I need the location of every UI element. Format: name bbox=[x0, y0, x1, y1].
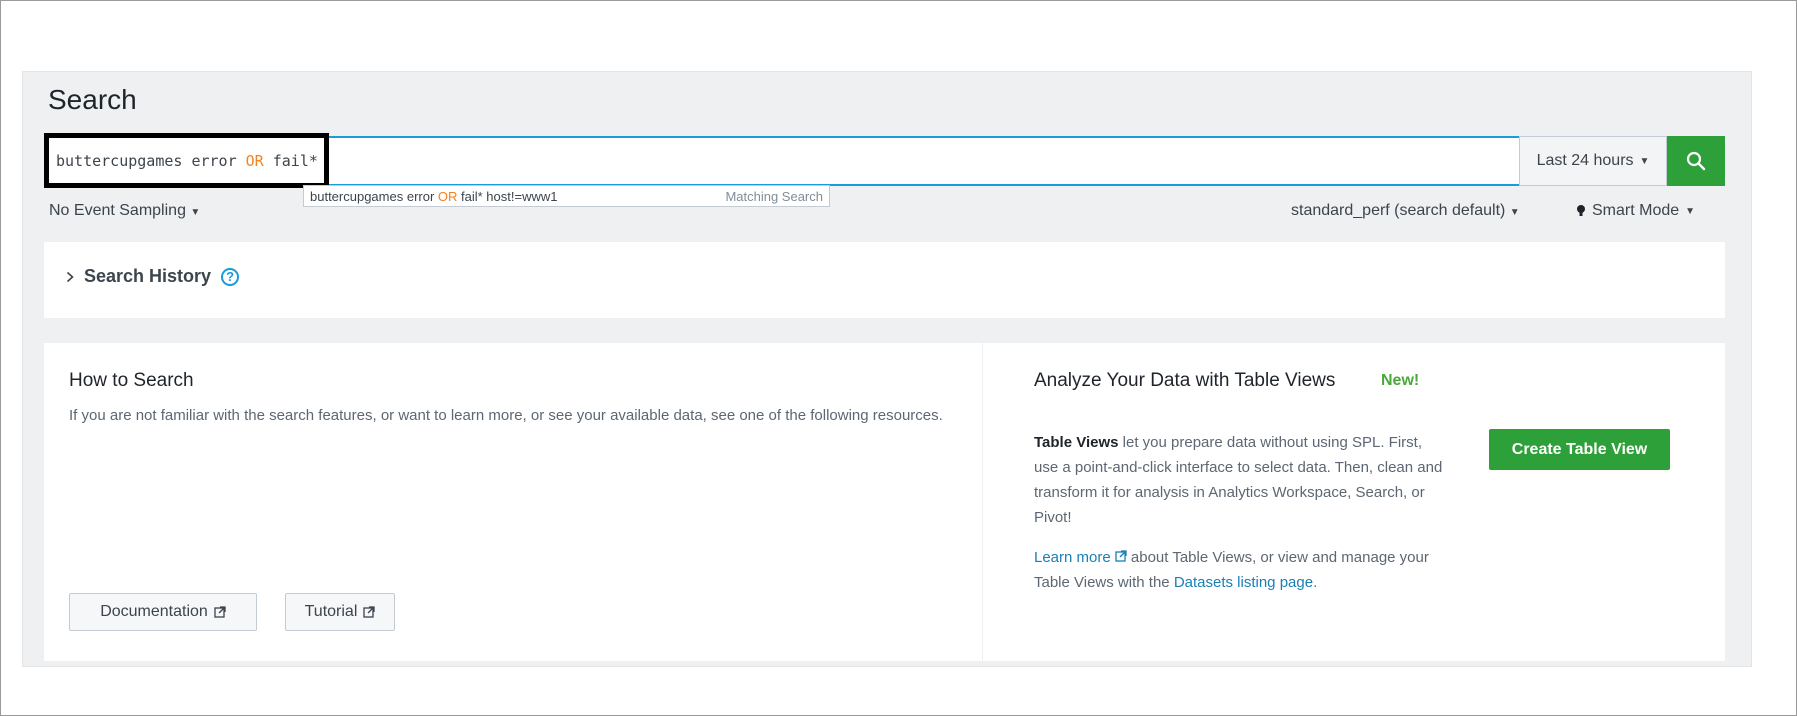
caret-down-icon: ▼ bbox=[1509, 207, 1520, 218]
suggestion-text-part: buttercupgames error bbox=[310, 188, 438, 204]
search-icon bbox=[1686, 151, 1706, 171]
table-views-more: Learn more about Table Views, or view an… bbox=[1034, 545, 1450, 595]
page-title: Search bbox=[48, 84, 137, 115]
search-app: Search buttercupgames error OR fail* Las… bbox=[22, 71, 1752, 667]
info-panel: How to Search If you are not familiar wi… bbox=[44, 343, 1725, 661]
how-to-search-title: How to Search bbox=[69, 370, 194, 391]
lightbulb-icon bbox=[1577, 205, 1585, 216]
workload-dropdown[interactable]: standard_perf (search default) ▼ bbox=[1291, 202, 1520, 220]
new-badge: New! bbox=[1381, 372, 1420, 389]
documentation-button[interactable]: Documentation bbox=[69, 593, 257, 631]
search-history-toggle[interactable]: Search History ? bbox=[66, 266, 240, 287]
suggestion-text-part: fail* host!=www1 bbox=[457, 188, 558, 204]
search-query-text[interactable]: buttercupgames error OR fail* bbox=[56, 152, 318, 170]
search-history-label: Search History bbox=[84, 266, 212, 286]
event-sampling-label: No Event Sampling bbox=[49, 202, 186, 219]
external-link-icon bbox=[214, 606, 226, 618]
how-to-search-text: If you are not familiar with the search … bbox=[69, 407, 943, 424]
tutorial-label: Tutorial bbox=[304, 603, 358, 620]
chevron-right-icon bbox=[66, 271, 74, 282]
event-sampling-dropdown[interactable]: No Event Sampling ▼ bbox=[49, 202, 200, 220]
time-range-label: Last 24 hours bbox=[1536, 152, 1634, 169]
query-text-part: fail* bbox=[263, 152, 318, 170]
query-text-part: buttercupgames error bbox=[56, 152, 246, 170]
learn-more-link[interactable]: Learn more bbox=[1034, 549, 1111, 566]
caret-down-icon: ▼ bbox=[1639, 155, 1650, 167]
documentation-label: Documentation bbox=[100, 603, 208, 620]
table-views-description: Table Views let you prepare data without… bbox=[1034, 430, 1450, 530]
query-keyword-or: OR bbox=[245, 152, 264, 170]
help-icon[interactable]: ? bbox=[221, 267, 240, 286]
search-button[interactable] bbox=[1667, 136, 1725, 186]
caret-down-icon: ▼ bbox=[190, 207, 201, 218]
datasets-listing-link[interactable]: Datasets listing page bbox=[1174, 574, 1313, 591]
search-mode-dropdown[interactable]: Smart Mode ▼ bbox=[1576, 202, 1695, 220]
tutorial-button[interactable]: Tutorial bbox=[285, 593, 395, 631]
create-table-view-button[interactable]: Create Table View bbox=[1489, 429, 1670, 470]
search-mode-label: Smart Mode bbox=[1592, 202, 1680, 219]
table-views-title: Analyze Your Data with Table Views bbox=[1034, 370, 1336, 391]
time-range-picker[interactable]: Last 24 hours ▼ bbox=[1519, 136, 1667, 186]
suggestion-meta: Matching Search bbox=[725, 188, 823, 204]
search-suggestion[interactable]: buttercupgames error OR fail* host!=www1… bbox=[303, 185, 830, 207]
suggestion-keyword-or: OR bbox=[437, 188, 458, 204]
workload-label: standard_perf (search default) bbox=[1291, 202, 1506, 219]
caret-down-icon: ▼ bbox=[1685, 205, 1696, 217]
suggestion-text: buttercupgames error OR fail* host!=www1 bbox=[310, 189, 557, 204]
external-link-icon bbox=[1115, 550, 1127, 562]
period-text: . bbox=[1313, 574, 1318, 591]
external-link-icon bbox=[363, 606, 376, 618]
table-views-bold: Table Views bbox=[1034, 434, 1119, 451]
panel-divider bbox=[982, 343, 983, 661]
search-history-panel: Search History ? bbox=[44, 242, 1725, 318]
